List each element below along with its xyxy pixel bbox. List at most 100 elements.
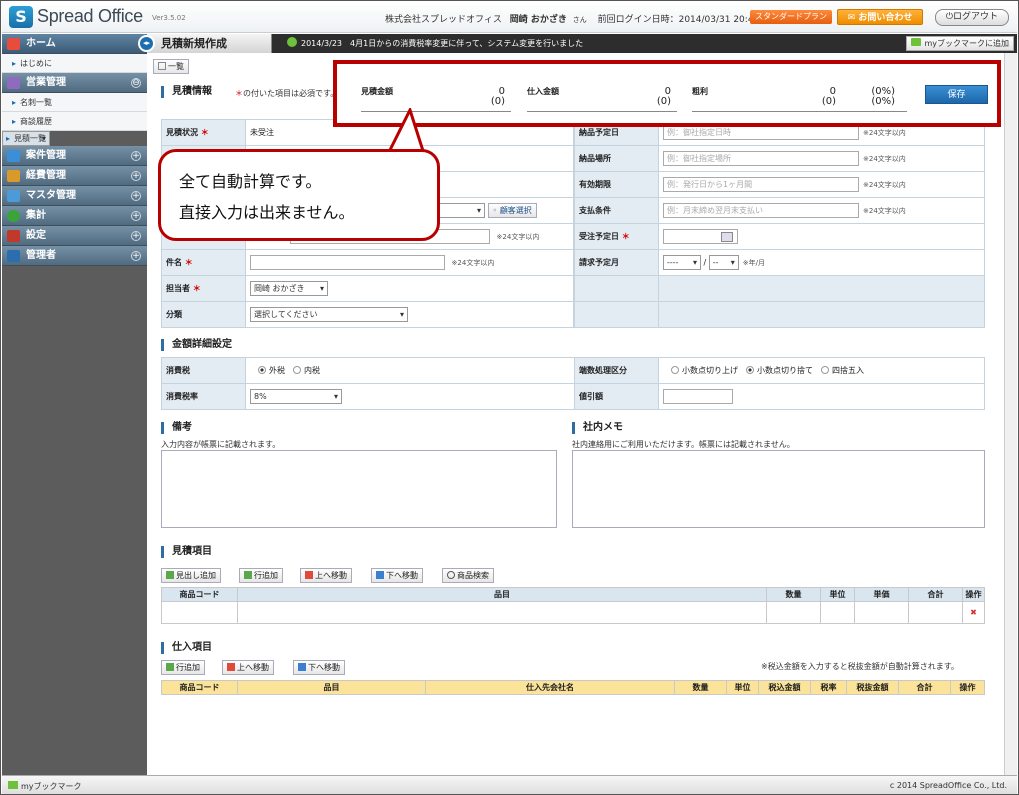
footer-bookmark[interactable]: myブックマーク <box>8 781 82 792</box>
table-row: ✖ <box>161 601 985 624</box>
delivery-place-input[interactable]: 例：御社指定場所 <box>663 151 859 166</box>
order-date-label: 受注予定日 ＊ <box>574 223 659 250</box>
quote-form-right: 納品予定日 例：御社指定日時 ※24文字以内 納品場所 例：御社指定場所 ※24文字以内… <box>574 119 985 328</box>
sidebar-item-master[interactable]: マスタ管理 + <box>2 186 147 206</box>
tax-exclusive-radio[interactable] <box>258 366 266 374</box>
col-item: 品目 <box>237 680 426 695</box>
move-up-button[interactable]: 上へ移動 <box>300 568 352 583</box>
title-bar: ◂▸ 見積新規作成 2014/3/23 4月1日からの消費税率変更に伴って、シス… <box>138 34 1017 53</box>
expand-icon[interactable]: + <box>131 251 141 261</box>
validity-note: ※24文字以内 <box>863 181 906 189</box>
database-icon <box>7 190 20 202</box>
col-qty: 数量 <box>674 680 727 695</box>
sidebar-toggle-icon[interactable]: ◂▸ <box>138 35 155 52</box>
callout-line-2: 直接入力は出来ません。 <box>179 203 355 222</box>
purchase-move-down-button[interactable]: 下へ移動 <box>293 660 345 675</box>
scrollbar[interactable] <box>1004 53 1017 775</box>
bookmark-add-button[interactable]: myブックマークに追加 <box>906 36 1014 51</box>
product-search-button[interactable]: 商品検索 <box>442 568 494 583</box>
memo-textarea[interactable] <box>572 450 985 528</box>
purchase-add-row-button[interactable]: 行追加 <box>161 660 205 675</box>
gross-profit-sub: (0) <box>821 96 836 107</box>
round-up-radio[interactable] <box>671 366 679 374</box>
discount-input[interactable] <box>663 389 733 404</box>
remarks-textarea[interactable] <box>161 450 557 528</box>
person-select[interactable]: 岡崎 おかざき <box>250 281 328 296</box>
move-down-button[interactable]: 下へ移動 <box>371 568 423 583</box>
add-icon <box>166 571 174 579</box>
sidebar-item-reports[interactable]: 集計 + <box>2 206 147 226</box>
billing-year-select[interactable]: ---- <box>663 255 701 270</box>
quote-items-table: 商品コード 品目 数量 単位 単価 合計 操作 ✖ <box>161 587 985 624</box>
search-icon <box>447 571 455 579</box>
expand-icon[interactable]: + <box>131 211 141 221</box>
status-required-mark: ＊ <box>200 128 209 137</box>
purchase-note: ※税込金額を入力すると税抜金額が自動計算されます。 <box>761 662 959 671</box>
required-note-text: の付いた項目は必須です。 <box>243 89 339 98</box>
sidebar-item-home[interactable]: ホーム <box>2 34 147 54</box>
customer-select-button[interactable]: ◦ 顧客選択 <box>487 203 537 218</box>
honorific: さん <box>572 16 587 24</box>
sidebar-item-expenses[interactable]: 経費管理 + <box>2 166 147 186</box>
copyright: c 2014 SpreadOffice Co., Ltd. <box>889 781 1007 790</box>
person-label-text: 担当者 <box>166 284 190 293</box>
delete-row-icon[interactable]: ✖ <box>962 601 985 624</box>
expand-icon[interactable]: + <box>131 171 141 181</box>
save-button[interactable]: 保存 <box>925 85 988 104</box>
sidebar-item-admin[interactable]: 管理者 + <box>2 246 147 266</box>
expand-icon[interactable]: + <box>131 191 141 201</box>
contact-button[interactable]: ✉ お問い合わせ <box>837 9 923 25</box>
round-half-label: 四捨五入 <box>832 366 864 375</box>
contact-person-note: ※24文字以内 <box>496 233 540 241</box>
round-down-label: 小数点切り捨て <box>757 366 813 375</box>
logout-label: ログアウト <box>953 12 999 22</box>
sidebar-projects-label: 案件管理 <box>26 150 66 161</box>
round-half-radio[interactable] <box>821 366 829 374</box>
expand-icon[interactable]: + <box>131 231 141 241</box>
sidebar-item-history[interactable]: 商談履歴 <box>2 112 147 131</box>
add-heading-button[interactable]: 見出し追加 <box>161 568 221 583</box>
add-row-button[interactable]: 行追加 <box>239 568 283 583</box>
amount-detail-table: 消費税 外税 内税 端数処理区分 小数点切り上げ 小数点切り捨て 四捨五入 消費税率 … <box>161 357 985 410</box>
sidebar-settings-label: 設定 <box>26 230 46 241</box>
sidebar-item-sales[interactable]: 営業管理 ⊖ <box>2 73 147 93</box>
expand-icon[interactable]: + <box>131 151 141 161</box>
validity-input[interactable]: 例：発行日から1ヶ月間 <box>663 177 859 192</box>
year-month-separator: / <box>703 258 707 267</box>
subject-input[interactable] <box>250 255 445 270</box>
tax-inclusive-radio[interactable] <box>293 366 301 374</box>
calendar-icon[interactable] <box>720 231 733 242</box>
mail-icon: ✉ <box>847 13 859 23</box>
payment-input[interactable]: 例：月末締め翌月末支払い <box>663 203 859 218</box>
sidebar: ホーム はじめに 営業管理 ⊖ 名刺一覧 商談履歴 見積一覧 案件管理 + 経費管理… <box>2 34 147 775</box>
collapse-icon[interactable]: ⊖ <box>131 78 141 88</box>
sidebar-item-projects[interactable]: 案件管理 + <box>2 146 147 166</box>
delivery-date-input[interactable]: 例：御社指定日時 <box>663 125 859 140</box>
list-button[interactable]: 一覧 <box>153 59 189 74</box>
contact-label: お問い合わせ <box>858 13 913 23</box>
list-icon <box>158 62 166 70</box>
payment-note: ※24文字以内 <box>863 207 906 215</box>
category-select[interactable]: 選択してください <box>250 307 408 322</box>
tax-rate-select[interactable]: 8% <box>250 389 342 404</box>
status-label-text: 見積状況 <box>166 128 198 137</box>
company-name: 株式会社スプレッドオフィス <box>385 15 502 25</box>
person-required-mark: ＊ <box>192 284 201 293</box>
sidebar-admin-label: 管理者 <box>26 250 56 261</box>
sidebar-item-settings[interactable]: 設定 + <box>2 226 147 246</box>
logo-icon: S <box>9 6 33 28</box>
sidebar-item-cards[interactable]: 名刺一覧 <box>2 93 147 112</box>
tax-inclusive-label: 内税 <box>304 366 320 375</box>
plan-badge[interactable]: スタンダードプラン <box>750 10 832 24</box>
top-bar: S Spread Office Ver3.5.02 株式会社スプレッドオフィス … <box>2 2 1017 33</box>
logout-button[interactable]: ⏻ログアウト <box>935 9 1009 26</box>
billing-month-select[interactable]: -- <box>708 255 739 270</box>
sidebar-item-intro[interactable]: はじめに <box>2 54 147 73</box>
sidebar-item-quotes[interactable]: 見積一覧 <box>2 131 51 146</box>
purchase-move-up-button[interactable]: 上へ移動 <box>222 660 274 675</box>
move-down-label: 下へ移動 <box>386 571 418 580</box>
category-label: 分類 <box>161 301 246 328</box>
discount-label: 値引額 <box>574 383 659 410</box>
sidebar-home-label: ホーム <box>26 38 56 49</box>
round-down-radio[interactable] <box>746 366 754 374</box>
